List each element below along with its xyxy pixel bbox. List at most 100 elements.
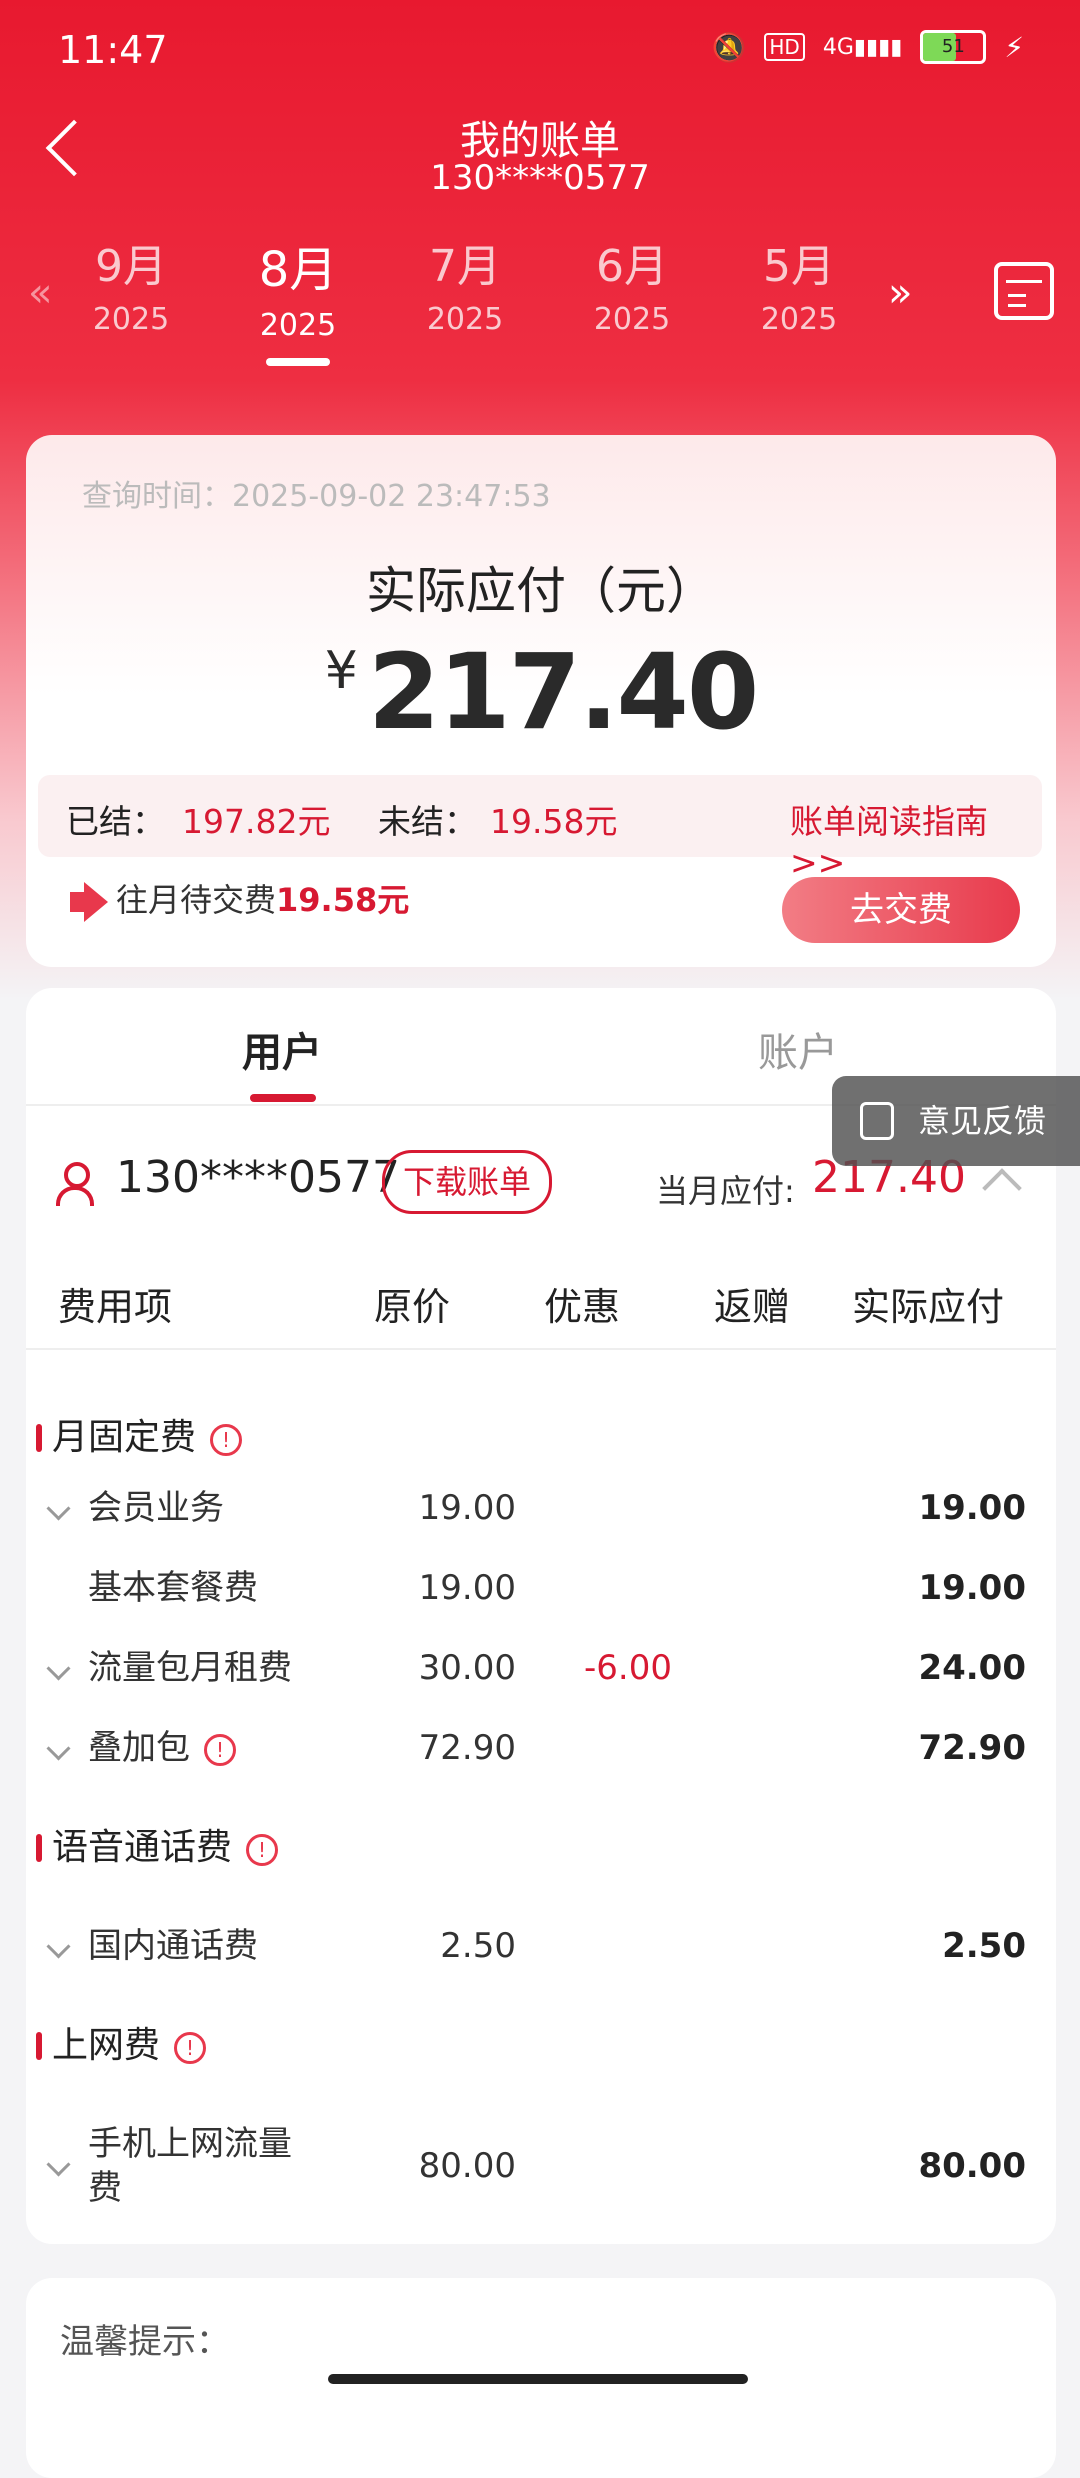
battery-icon: 51: [920, 30, 987, 64]
row-actual: 19.00: [918, 1568, 1026, 1608]
mute-bell-icon: 🔕: [711, 30, 747, 64]
info-icon[interactable]: !: [174, 2032, 207, 2064]
info-icon[interactable]: !: [246, 1834, 279, 1866]
nav-bar: 我的账单 130****0577: [0, 100, 1080, 210]
section-monthly-fixed: 月固定费!: [36, 1408, 243, 1460]
feedback-button[interactable]: 意见反馈: [832, 1076, 1080, 1166]
month-label: 6月: [596, 241, 668, 292]
total-amount: ¥217.40: [26, 631, 1056, 753]
page-subtitle: 130****0577: [430, 158, 650, 198]
amount-value: 217.40: [367, 631, 759, 753]
col-discount: 优惠: [544, 1285, 621, 1329]
month-tab-5[interactable]: 5月 2025: [734, 230, 864, 337]
row-actual: 72.90: [918, 1728, 1026, 1768]
status-time: 11:47: [58, 28, 168, 72]
feedback-label: 意见反馈: [918, 1102, 1047, 1140]
row-name: 流量包月租费: [88, 1648, 292, 1688]
edit-icon: [860, 1102, 894, 1140]
month-selector: « 9月 2025 8月 2025 7月 2025 6月 2025 5月 202…: [0, 230, 1080, 370]
row-actual: 2.50: [942, 1926, 1026, 1966]
row-original: 30.00: [418, 1648, 516, 1688]
bill-summary-card: 查询时间：2025-09-02 23:47:53 实际应付（元） ¥217.40…: [26, 435, 1056, 967]
row-actual: 19.00: [918, 1488, 1026, 1528]
currency-symbol: ¥: [324, 641, 358, 701]
month-year: 2025: [593, 302, 671, 337]
month-tab-6[interactable]: 6月 2025: [567, 230, 697, 337]
query-time: 查询时间：2025-09-02 23:47:53: [82, 479, 551, 514]
section-title: 月固定费: [52, 1417, 197, 1458]
speaker-icon: [70, 882, 108, 922]
month-label: 5月: [763, 241, 835, 292]
expand-chevron-icon[interactable]: [46, 1736, 71, 1761]
section-marker: [36, 1424, 42, 1452]
tab-account[interactable]: 账户: [758, 1020, 838, 1078]
section-internet: 上网费!: [36, 2016, 207, 2068]
user-icon: [56, 1162, 94, 1206]
settlement-row: 已结： 197.82元 未结： 19.58元 账单阅读指南>>: [38, 775, 1042, 882]
row-actual: 80.00: [918, 2146, 1026, 2186]
section-marker: [36, 1834, 42, 1862]
notice-amount: 19.58元: [276, 881, 410, 919]
row-name: 国内通话费: [88, 1926, 258, 1966]
expand-chevron-icon[interactable]: [46, 1934, 71, 1959]
col-rebate: 返赠: [714, 1285, 791, 1329]
row-discount: -6.00: [584, 1648, 672, 1688]
prev-months-icon[interactable]: «: [28, 270, 52, 316]
info-icon[interactable]: !: [204, 1734, 236, 1766]
row-original: 19.00: [418, 1568, 516, 1608]
row-original: 80.00: [418, 2146, 516, 2186]
pay-label: 实际应付（元）: [366, 562, 716, 620]
active-tab-indicator: [250, 1094, 316, 1102]
col-item: 费用项: [58, 1285, 173, 1329]
expand-chevron-icon[interactable]: [46, 1656, 71, 1681]
col-original: 原价: [374, 1285, 451, 1329]
bill-detail-card: 用户 账户 130****0577 下载账单 当月应付: 217.40 费用项 …: [26, 988, 1056, 2244]
month-year: 2025: [426, 302, 504, 337]
month-tab-7[interactable]: 7月 2025: [400, 230, 530, 337]
bill-guide-link[interactable]: 账单阅读指南>>: [790, 795, 1042, 882]
download-bill-button[interactable]: 下载账单: [382, 1150, 553, 1214]
month-label: 8月: [258, 242, 338, 298]
row-actual: 24.00: [918, 1648, 1026, 1688]
signal-icon: 4G▮▮▮▮: [822, 34, 903, 60]
section-title: 上网费: [52, 2025, 161, 2066]
section-title: 语音通话费: [52, 1827, 233, 1868]
next-months-icon[interactable]: »: [888, 270, 912, 316]
calendar-icon[interactable]: [994, 262, 1054, 320]
expand-chevron-icon[interactable]: [46, 2152, 71, 2177]
month-label: 7月: [429, 241, 501, 292]
notice-text: 往月待交费: [116, 881, 277, 919]
row-original: 19.00: [418, 1488, 516, 1528]
status-bar: 11:47 🔕 HD 4G▮▮▮▮ 51 ⚡: [0, 0, 1080, 100]
unsettled-value: 19.58元: [490, 802, 618, 841]
col-actual: 实际应付: [852, 1285, 1005, 1329]
month-year: 2025: [92, 302, 170, 337]
unsettled-label: 未结：: [378, 802, 477, 841]
row-name: 会员业务: [88, 1488, 224, 1528]
row-name: 叠加包!: [88, 1726, 236, 1770]
pending-payment-notice: 往月待交费19.58元: [70, 875, 410, 922]
tips-title: 温馨提示：: [60, 2322, 230, 2362]
expand-chevron-icon[interactable]: [46, 1496, 71, 1521]
collapse-chevron-icon[interactable]: [982, 1168, 1022, 1208]
month-year: 2025: [760, 302, 838, 337]
home-indicator[interactable]: [328, 2374, 748, 2384]
month-year: 2025: [259, 308, 337, 343]
month-tab-8[interactable]: 8月 2025: [233, 230, 363, 366]
month-due-label: 当月应付:: [656, 1172, 795, 1210]
status-icons: 🔕 HD 4G▮▮▮▮ 51 ⚡: [712, 30, 1024, 64]
tab-user[interactable]: 用户: [242, 1020, 322, 1078]
month-tab-9[interactable]: 9月 2025: [66, 230, 196, 337]
row-name: 基本套餐费: [88, 1568, 258, 1608]
section-marker: [36, 2032, 42, 2060]
row-original: 72.90: [418, 1728, 516, 1768]
charging-icon: ⚡: [1004, 30, 1024, 64]
table-header: 费用项 原价 优惠 返赠 实际应付: [26, 1250, 1056, 1350]
hd-icon: HD: [764, 33, 805, 61]
month-label: 9月: [95, 241, 167, 292]
settled-label: 已结：: [66, 802, 165, 841]
pay-button[interactable]: 去交费: [782, 877, 1020, 943]
row-original: 2.50: [440, 1926, 516, 1966]
info-icon[interactable]: !: [210, 1424, 243, 1456]
section-voice: 语音通话费!: [36, 1818, 279, 1870]
